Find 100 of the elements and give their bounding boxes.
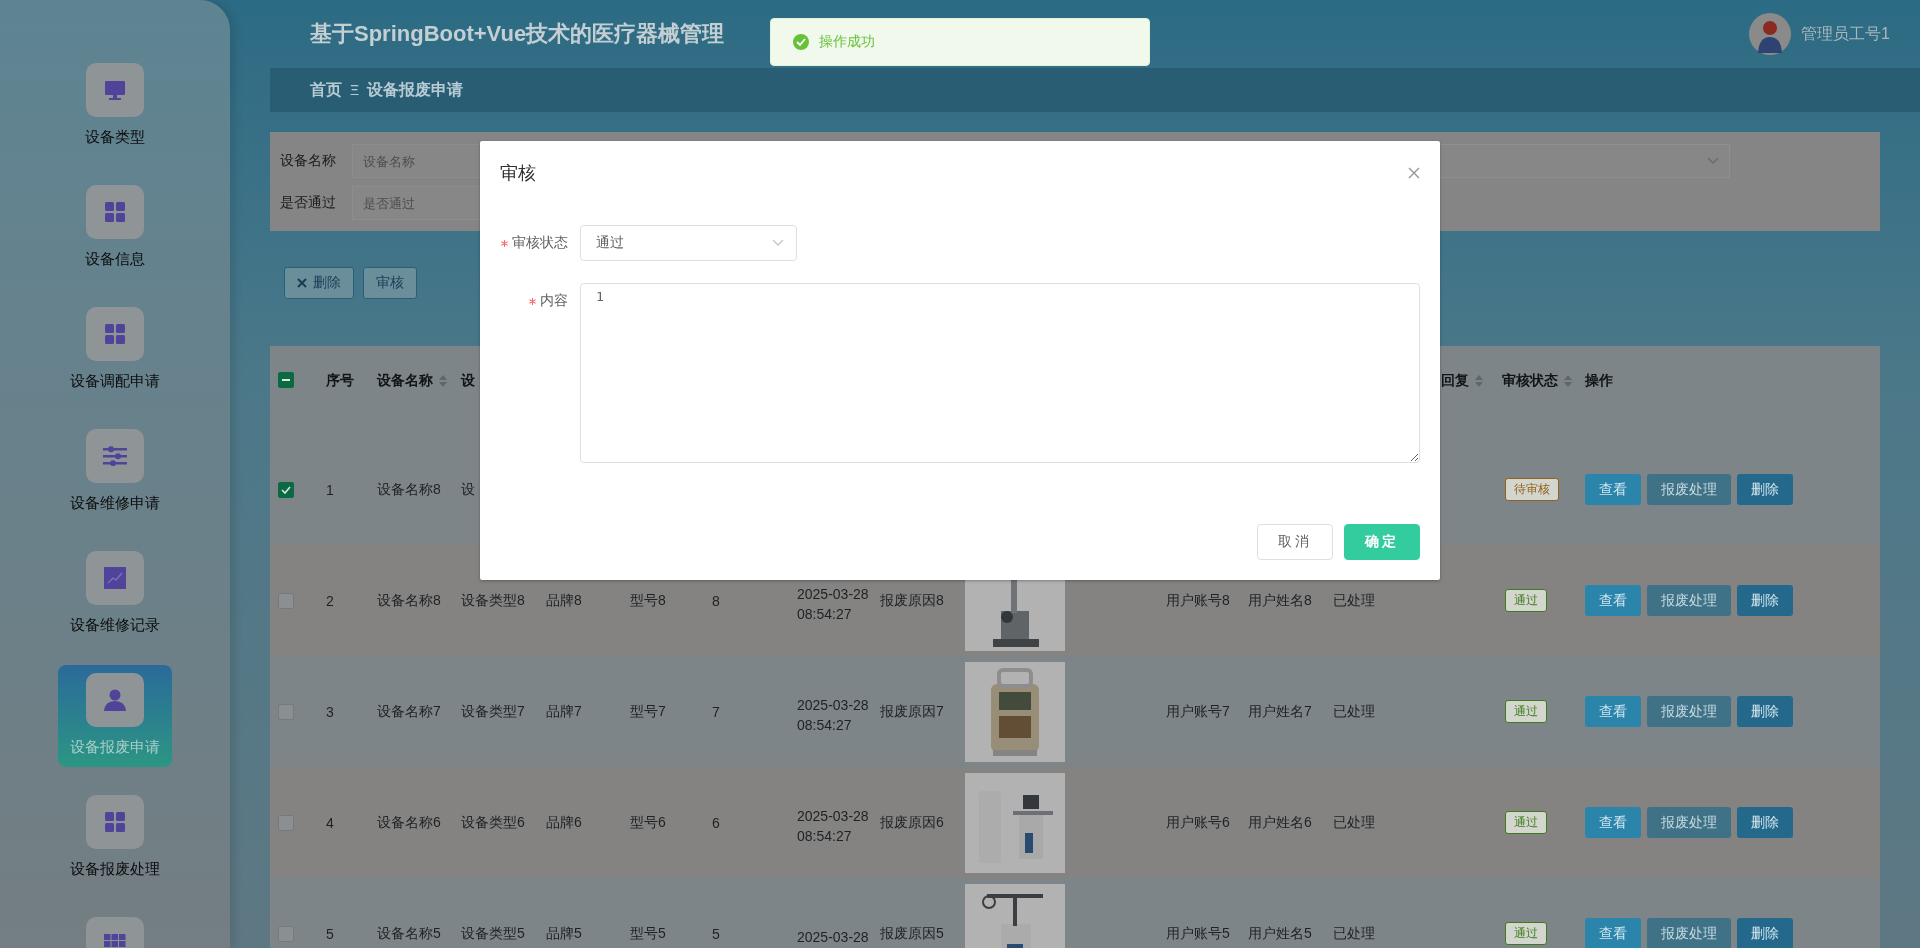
person-icon (103, 689, 127, 711)
column-header[interactable]: 设 (461, 372, 475, 390)
table-cell: 报废原因8 (880, 591, 944, 610)
delete-button[interactable]: 删除 (1737, 807, 1793, 838)
sort-icon[interactable] (1564, 375, 1572, 387)
table-cell: 5 (712, 925, 720, 942)
table-cell: 用户姓名8 (1248, 591, 1312, 610)
table-cell-text: 2025-03-28 (797, 927, 870, 947)
sidebar-item[interactable]: 设备报废处理 (58, 787, 172, 889)
table-cell: 用户账号7 (1166, 702, 1230, 721)
status-tag: 通过 (1505, 589, 1547, 612)
sidebar-item[interactable]: 设备调配申请 (58, 299, 172, 401)
form-label: 内容 (540, 292, 568, 310)
table-cell: 3 (326, 703, 334, 720)
grid-icon (105, 202, 125, 222)
select-all-checkbox[interactable] (278, 372, 294, 388)
breadcrumb-separator: Ξ (350, 82, 360, 98)
table-cell: 型号6 (630, 813, 666, 832)
field-label: 是否通过 (280, 194, 337, 212)
table-cell: 设 (461, 480, 475, 499)
delete-button[interactable]: 删除 (1737, 918, 1793, 948)
table-cell: 7 (712, 703, 720, 720)
status-select[interactable]: 通过 (580, 225, 797, 261)
breadcrumb-item[interactable]: 首页 (310, 79, 342, 101)
table-cell: 4 (326, 814, 334, 831)
table-cell: 5 (326, 925, 334, 942)
table-cell-text: 2025-03-28 08:54:27 (797, 806, 870, 846)
content-textarea[interactable]: 1 (580, 283, 1420, 463)
view-button[interactable]: 查看 (1585, 474, 1641, 505)
column-header[interactable]: 序号 (326, 372, 354, 390)
check-icon (281, 485, 291, 494)
field-label: 设备名称 (280, 152, 337, 170)
sidebar-item[interactable]: 设备类型 (58, 55, 172, 157)
column-header[interactable]: 回复 (1441, 372, 1483, 390)
table-cell: 报废原因5 (880, 924, 944, 943)
chevron-icon (772, 239, 784, 247)
column-header[interactable]: 审核状态 (1502, 372, 1572, 390)
sort-icon[interactable] (439, 375, 447, 387)
status-tag: 通过 (1505, 922, 1547, 945)
table-cell: 用户姓名5 (1248, 924, 1312, 943)
form-label: 审核状态 (512, 234, 568, 252)
table-cell: 设备名称6 (377, 813, 441, 832)
breadcrumb-item: 设备报废申请 (367, 79, 464, 100)
avatar-icon[interactable] (1749, 13, 1792, 55)
view-button[interactable]: 查看 (1585, 918, 1641, 948)
sidebar-item[interactable]: 设备维修记录 (58, 543, 172, 645)
status-tag: 待审核 (1505, 478, 1559, 501)
table-cell: 8 (712, 592, 720, 609)
table-cell: 用户账号6 (1166, 813, 1230, 832)
table-cell: 1 (326, 481, 334, 498)
sidebar-item[interactable]: 设备报废申请 (58, 665, 172, 767)
delete-button[interactable]: 删除 (284, 267, 354, 299)
table-cell-text: 2025-03-28 08:54:27 (797, 695, 870, 735)
table-cell: 品牌6 (546, 813, 582, 832)
column-header[interactable]: 设备名称 (377, 372, 447, 390)
grid-icon (105, 324, 125, 344)
view-button[interactable]: 查看 (1585, 807, 1641, 838)
monitor-icon (104, 79, 126, 101)
close-icon[interactable] (1408, 167, 1420, 179)
table-cell-text: 2025-03-28 08:54:27 (797, 584, 870, 624)
table-cell: 设备名称8 (377, 480, 441, 499)
table-cell: 型号5 (630, 924, 666, 943)
table-cell: 用户姓名6 (1248, 813, 1312, 832)
table-cell: 设备名称5 (377, 924, 441, 943)
sidebar-item[interactable]: 设备信息 (58, 177, 172, 279)
table-cell: 已处理 (1333, 702, 1375, 721)
column-header[interactable]: 操作 (1585, 372, 1613, 390)
view-button[interactable]: 查看 (1585, 696, 1641, 727)
table-cell: 已处理 (1333, 813, 1375, 832)
sidebar-item[interactable]: 设备维修申请 (58, 421, 172, 523)
cancel-button[interactable]: 取消 (1257, 524, 1333, 560)
table-cell: 报废原因7 (880, 702, 944, 721)
table-cell: 用户账号8 (1166, 591, 1230, 610)
delete-button[interactable]: 删除 (1737, 585, 1793, 616)
grid-icon (105, 812, 125, 832)
table-cell: 品牌7 (546, 702, 582, 721)
sort-icon[interactable] (1475, 375, 1483, 387)
sliders-icon (103, 446, 127, 466)
row-checkbox[interactable] (278, 481, 294, 498)
app-title: 基于SpringBoot+Vue技术的医疗器械管理 (310, 20, 725, 48)
table-cell: 设备类型5 (461, 924, 525, 943)
table-cell: 已处理 (1333, 924, 1375, 943)
table-cell: 型号7 (630, 702, 666, 721)
table-cell: 用户账号5 (1166, 924, 1230, 943)
check-circle-icon (793, 34, 809, 50)
status-tag: 通过 (1505, 811, 1547, 834)
table-cell: 用户姓名7 (1248, 702, 1312, 721)
table-icon (104, 934, 126, 948)
table-cell: 设备类型8 (461, 591, 525, 610)
table-cell: 品牌8 (546, 591, 582, 610)
toast-message: 操作成功 (819, 33, 875, 51)
table-cell: 2 (326, 592, 334, 609)
table-cell: 型号8 (630, 591, 666, 610)
table-cell: 已处理 (1333, 591, 1375, 610)
review-button[interactable]: 审核 (363, 267, 417, 299)
table-cell: 报废原因6 (880, 813, 944, 832)
view-button[interactable]: 查看 (1585, 585, 1641, 616)
delete-button[interactable]: 删除 (1737, 696, 1793, 727)
delete-button[interactable]: 删除 (1737, 474, 1793, 505)
user-name[interactable]: 管理员工号1 (1801, 23, 1890, 45)
